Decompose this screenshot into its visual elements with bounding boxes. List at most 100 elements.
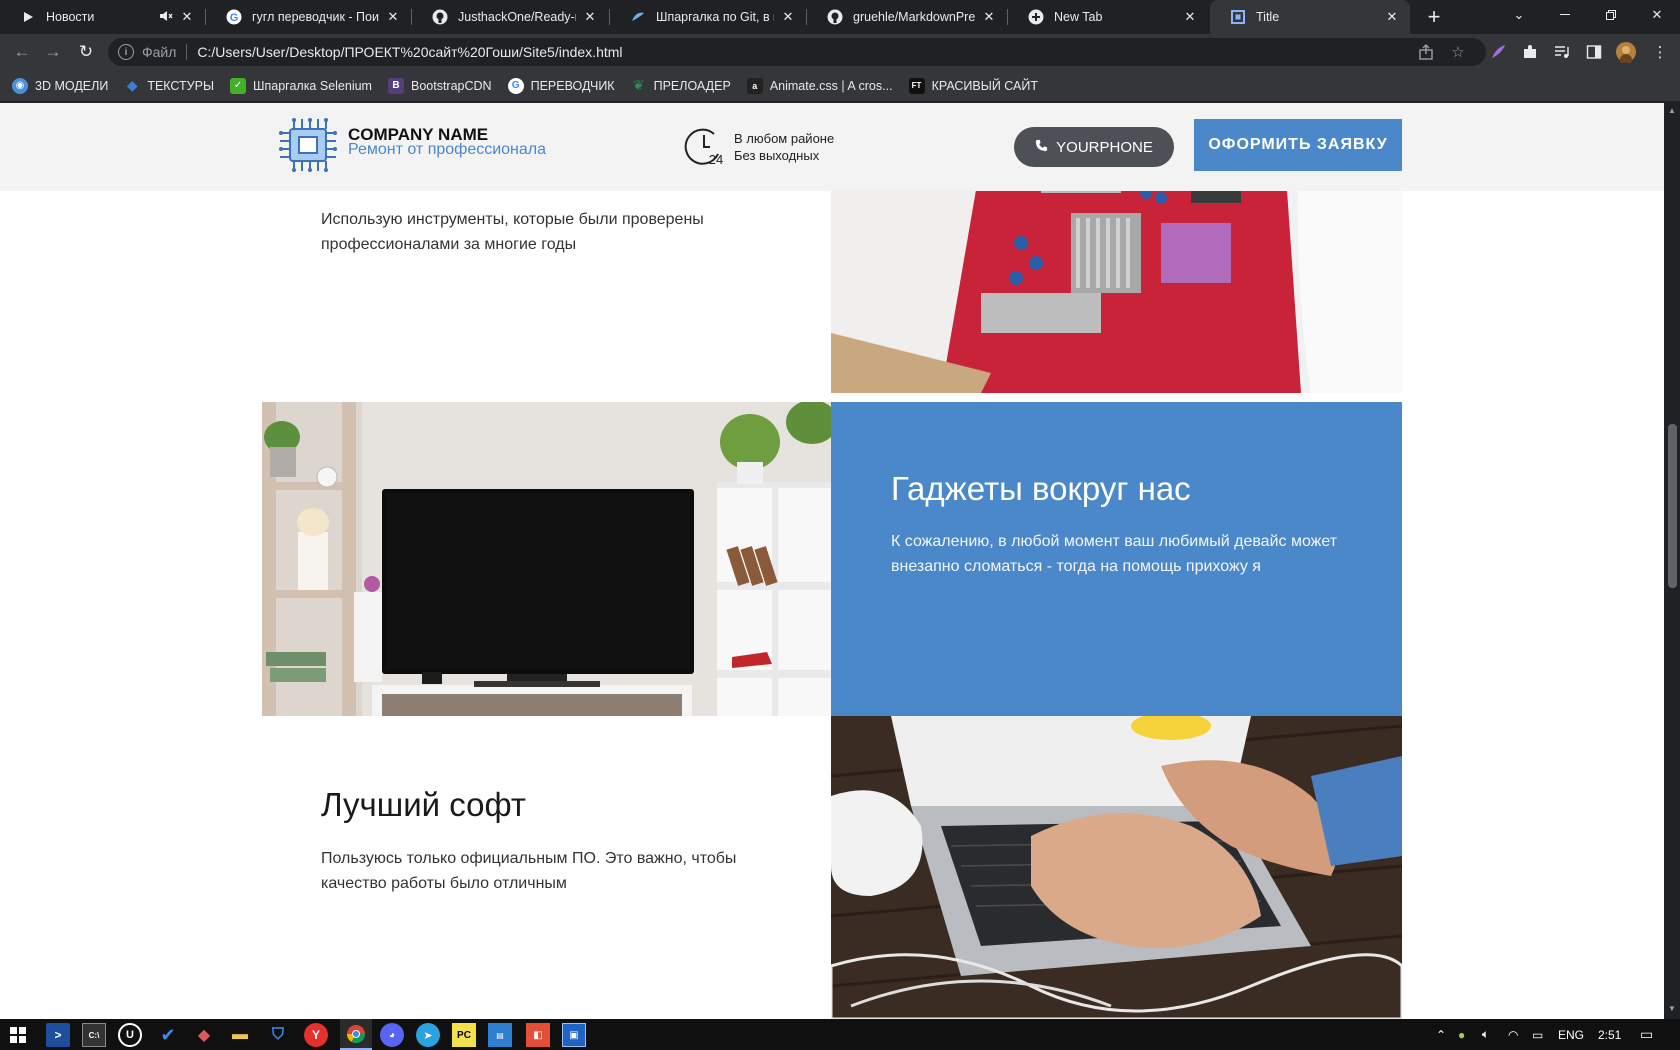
phone-label: YOURPHONE [1056,138,1153,156]
close-icon[interactable]: ✕ [981,9,997,25]
tab-title-active[interactable]: Title ✕ [1210,0,1410,34]
area-line-1: В любом районе [734,131,835,146]
game-app-icon[interactable]: ◆ [192,1023,216,1047]
animate-icon: a [746,77,763,94]
unreal-engine-icon[interactable]: U [118,1023,142,1047]
bookmark-preloader[interactable]: ❦ ПРЕЛОАДЕР [631,77,731,94]
menu-kebab-icon[interactable]: ⋮ [1648,40,1672,64]
windows-start-icon[interactable] [6,1023,30,1047]
tab-google-translate-search[interactable]: G гугл переводчик - Поиск ✕ [206,0,411,34]
volume-icon[interactable]: 🔈︎ [1482,1019,1489,1050]
window-close-icon[interactable]: ✕ [1634,0,1680,30]
tab-git-cheatsheet[interactable]: Шпаргалка по Git, в кото ✕ [610,0,806,34]
cmd-icon[interactable]: C:\ [82,1023,106,1047]
share-icon[interactable] [1414,40,1438,64]
yandex-browser-icon[interactable]: Y [304,1023,328,1047]
speaker-muted-icon[interactable] [159,9,173,26]
tray-app-icon[interactable]: ● [1458,1019,1465,1050]
telegram-icon[interactable]: ➤ [416,1023,440,1047]
github-icon [432,9,448,25]
software-text: Пользуюсь только официальным ПО. Это важ… [321,850,737,892]
bookmark-bootstrapcdn[interactable]: B BootstrapCDN [387,77,492,94]
new-tab-button[interactable]: + [1421,4,1447,30]
bookmark-textures[interactable]: ◆ ТЕКСТУРЫ [124,77,215,94]
bookmark-selenium[interactable]: ✓ Шпаргалка Selenium [230,77,372,94]
phone-button[interactable]: YOURPHONE [1014,127,1174,167]
todo-check-icon[interactable]: ✔ [156,1023,180,1047]
media-control-icon[interactable] [1550,40,1574,64]
bookmark-star-icon[interactable]: ☆ [1446,40,1470,64]
security-shield-icon[interactable]: ⛉ [266,1023,290,1047]
tab-github-ready-made[interactable]: JusthackOne/Ready-made ✕ [412,0,608,34]
github-icon [827,9,843,25]
bookmark-beautiful-site[interactable]: FT КРАСИВЫЙ САЙТ [908,77,1038,94]
close-icon[interactable]: ✕ [582,9,598,25]
leaf-icon: ❦ [632,77,645,93]
tab-strip: Новости ✕ G гугл переводчик - Поиск ✕ Ju… [0,0,1680,34]
notifications-icon[interactable]: ▭ [1640,1019,1653,1050]
scrollbar-thumb[interactable] [1668,424,1677,588]
figma-icon[interactable]: ◧ [526,1023,550,1047]
page-icon [1230,9,1246,25]
tray-chevron-icon[interactable]: ⌃ [1436,1019,1446,1050]
tab-new-tab[interactable]: New Tab ✕ [1008,0,1208,34]
chrome-newtab-icon [1028,9,1044,25]
scroll-down-icon[interactable]: ▼ [1666,1004,1678,1016]
input-language[interactable]: ENG [1558,1019,1584,1050]
scroll-up-icon[interactable]: ▲ [1666,106,1678,118]
windows-taskbar: > C:\ U ✔ ◆ ▬ ⛉ Y ◕ ➤ PC ▤ ◧ ▣ ⌃ ● 🔈︎ ◠ … [0,1019,1680,1050]
bookmark-translator[interactable]: G ПЕРЕВОДЧИК [507,77,615,94]
bookmark-label: ТЕКСТУРЫ [147,78,215,93]
area-line-2: Без выходных [734,148,820,163]
globe-icon: ◉ [12,77,28,94]
restore-icon[interactable] [1588,0,1634,30]
minimize-icon[interactable] [1542,0,1588,30]
close-icon[interactable]: ✕ [385,9,401,25]
chip-logo-icon[interactable] [278,115,338,175]
address-url: C:/Users/User/Desktop/ПРОЕКТ%20сайт%20Го… [197,44,623,60]
tab-title: Title [1256,10,1280,24]
phone-icon [1035,139,1048,155]
app-window-icon[interactable]: ▤ [488,1023,512,1047]
tray-clock[interactable]: 2:51 [1598,1019,1621,1050]
wifi-icon[interactable]: ◠ [1508,1019,1518,1050]
discord-icon[interactable]: ◕ [380,1023,404,1047]
close-icon[interactable]: ✕ [179,9,195,25]
battery-icon[interactable]: ▭ [1532,1019,1543,1050]
svg-text:G: G [230,12,239,24]
active-app-icon[interactable]: ▣ [562,1023,586,1047]
bootstrap-icon: B [387,77,404,94]
side-panel-icon[interactable] [1582,40,1606,64]
forward-icon[interactable]: → [41,40,65,64]
close-icon[interactable]: ✕ [780,9,796,25]
cube-icon: ◆ [126,77,138,93]
back-icon[interactable]: ← [10,40,34,64]
bookmark-label: Animate.css | A cros... [769,78,893,93]
bookmark-label: КРАСИВЫЙ САЙТ [931,78,1038,93]
order-button[interactable]: ОФОРМИТЬ ЗАЯВКУ [1194,119,1402,171]
close-icon[interactable]: ✕ [1384,9,1400,25]
tab-search-icon[interactable]: ⌄ [1496,0,1542,30]
bookmark-label: ПЕРЕВОДЧИК [530,78,615,93]
page-viewport: Использую инструменты, которые были пров… [0,103,1664,1019]
file-explorer-icon[interactable]: ▬ [228,1023,252,1047]
bookmark-label: 3D МОДЕЛИ [35,78,109,93]
feather-extension-icon[interactable] [1486,40,1510,64]
clock-24-label: 24 [709,152,723,166]
address-bar[interactable]: i Файл C:/Users/User/Desktop/ПРОЕКТ%20са… [108,38,1486,66]
tab-news[interactable]: Новости ✕ [0,0,205,34]
profile-avatar[interactable] [1614,40,1638,64]
close-icon[interactable]: ✕ [1182,9,1198,25]
extensions-puzzle-icon[interactable] [1518,40,1542,64]
bookmark-3d-models[interactable]: ◉ 3D МОДЕЛИ [12,77,109,94]
tab-title: gruehle/MarkdownPrevie [853,10,975,24]
info-icon[interactable]: i [118,44,134,60]
work-area-info: В любом районе Без выходных [734,130,834,164]
chrome-taskbar-icon[interactable] [340,1019,372,1050]
bookmark-animate-css[interactable]: a Animate.css | A cros... [746,77,893,94]
tab-github-markdown-preview[interactable]: gruehle/MarkdownPrevie ✕ [807,0,1007,34]
software-heading: Лучший софт [321,786,526,823]
pycharm-icon[interactable]: PC [452,1023,476,1047]
reload-icon[interactable]: ↻ [74,40,98,64]
powershell-icon[interactable]: > [46,1023,70,1047]
